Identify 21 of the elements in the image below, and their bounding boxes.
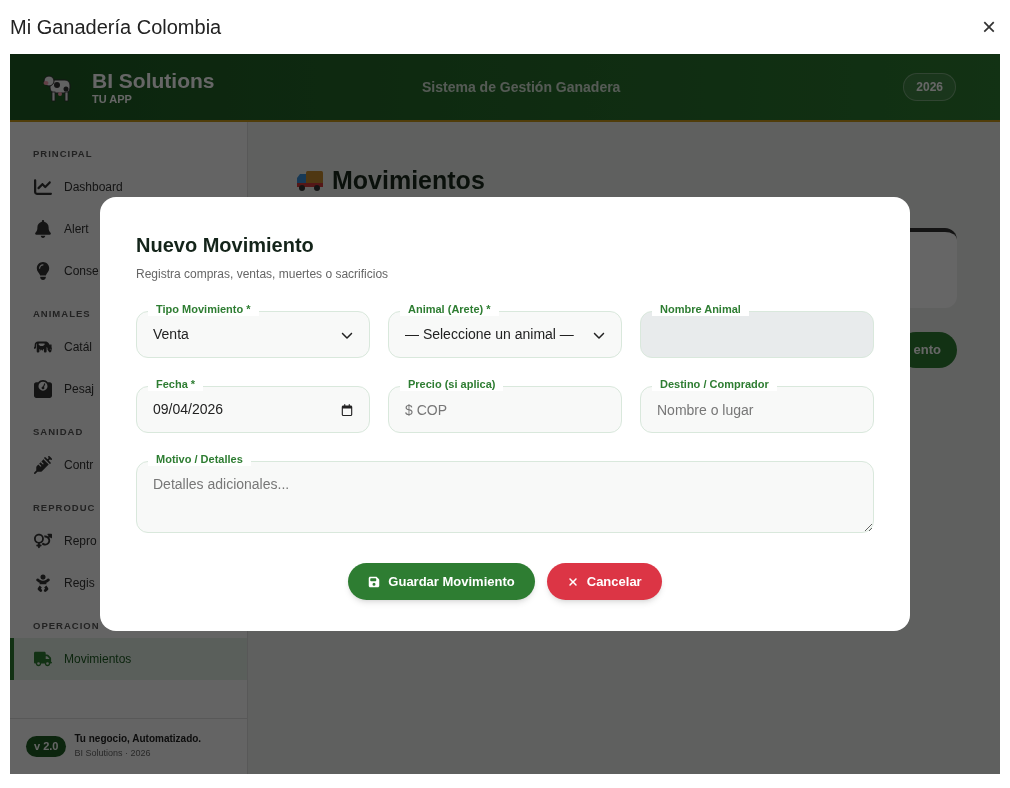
section-label: ANIMALES [33, 307, 91, 321]
field-label: Animal (Arete) * [400, 302, 499, 316]
section-label: PRINCIPAL [33, 147, 93, 161]
field-label: Destino / Comprador [652, 377, 777, 391]
section-label: SANIDAD [33, 425, 84, 439]
header-title: Sistema de Gestión Ganadera [422, 77, 622, 97]
field-label: Motivo / Detalles [148, 452, 251, 466]
section-label: REPRODUC [33, 501, 96, 515]
window-title: Mi Ganadería Colombia [10, 15, 222, 40]
field-label: Nombre Animal [652, 302, 749, 316]
brand-name: BI Solutions [92, 69, 216, 93]
modal-title: Nuevo Movimiento [136, 233, 315, 257]
page-title: Movimientos [332, 165, 485, 196]
modal-subtitle: Registra compras, ventas, muertes o sacrificios [136, 266, 390, 283]
field-label: Fecha * [148, 377, 204, 391]
field-label: Precio (si aplica) [400, 377, 504, 391]
field-label: Tipo Movimiento * [148, 302, 259, 316]
tagline: Tu negocio, Automatizado. [74, 732, 202, 745]
version-badge: v 2.0 [26, 736, 67, 757]
brand-subtitle: TU APP [92, 93, 133, 105]
section-label: OPERACION [33, 619, 100, 633]
